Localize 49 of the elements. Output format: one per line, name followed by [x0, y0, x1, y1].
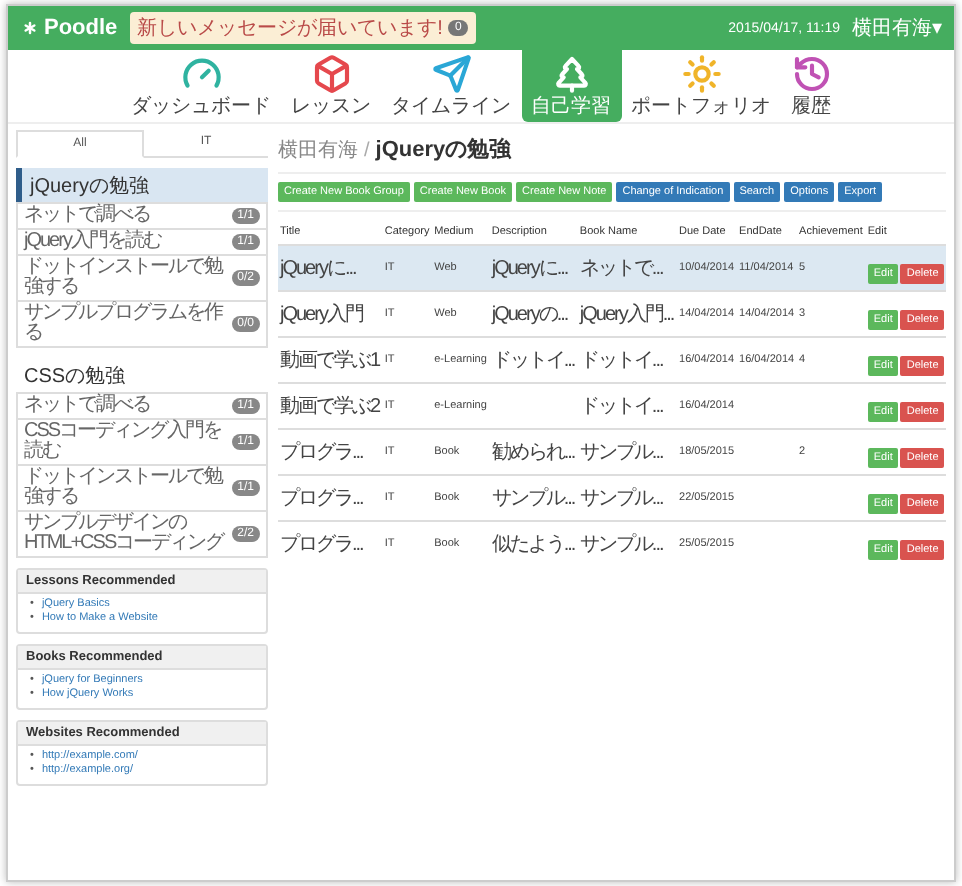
table-cell: ドットイ... — [489, 337, 578, 383]
table-cell: プログラ... — [278, 429, 383, 475]
table-cell: サンプル... — [577, 429, 678, 475]
breadcrumb-parent[interactable]: 横田有海 — [278, 136, 358, 164]
nav-item[interactable]: ダッシュボード — [121, 50, 281, 122]
task-label: ネットで調べる — [24, 396, 150, 416]
table-cell: サンプル... — [577, 521, 678, 566]
task-label: ネットで調べる — [24, 206, 150, 226]
table-cell: jQuery入門 — [278, 291, 383, 337]
nav-item[interactable]: 履歴 — [781, 50, 841, 122]
table-cell: 動画で学ぶ1 — [278, 337, 383, 383]
table-cell: ドットイ... — [577, 383, 678, 429]
paper-plane-icon — [431, 54, 471, 94]
table-cell: ドットイ... — [577, 337, 678, 383]
group-heading[interactable]: CSSの勉強 — [16, 358, 268, 394]
table-cell: jQueryに... — [489, 245, 578, 291]
task-label: jQuery入門を読む — [24, 232, 161, 252]
cube-icon — [311, 54, 351, 94]
notification-text: 新しいメッセージが届いています! — [137, 15, 443, 42]
app-logo[interactable]: Poodle — [20, 16, 118, 40]
table-cell: サンプル... — [577, 475, 678, 521]
history-icon — [791, 54, 831, 94]
table-cell: 動画で学ぶ2 — [278, 383, 383, 429]
table-cell: ネットで... — [577, 245, 678, 291]
nav-item[interactable]: タイムライン — [381, 50, 521, 122]
nav-item[interactable]: レッスン — [281, 50, 381, 122]
table-cell: プログラ... — [278, 475, 383, 521]
gauge-icon — [181, 54, 221, 94]
table-cell: 勧められ... — [489, 429, 578, 475]
task-label: サンプルプログラムを作る — [24, 304, 225, 344]
page-title: jQueryの勉強 — [375, 135, 512, 164]
table-cell: プログラ... — [278, 521, 383, 566]
nav-item[interactable]: ポートフォリオ — [621, 50, 781, 122]
asterisk-icon — [20, 18, 40, 38]
table-cell: 似たよう... — [489, 521, 578, 566]
sun-icon — [681, 54, 721, 94]
task-label: サンプルデザインのHTML+CSSコーディング — [24, 514, 226, 554]
group-heading[interactable]: jQueryの勉強 — [16, 168, 268, 204]
tree-icon — [551, 54, 591, 94]
nav-item[interactable]: 自己学習 — [521, 50, 621, 122]
table-cell: jQuery入門... — [577, 291, 678, 337]
table-cell: サンプル... — [489, 475, 578, 521]
task-label: ドットインストールで勉強する — [24, 258, 225, 298]
table-cell: jQueryに... — [278, 245, 383, 291]
user-menu[interactable]: 横田有海▾ — [852, 14, 942, 42]
task-label: ドットインストールで勉強する — [24, 468, 225, 508]
table-cell: jQueryの... — [489, 291, 578, 337]
breadcrumb-separator: / — [364, 140, 370, 162]
task-label: CSSコーディング入門を読む — [24, 422, 224, 462]
